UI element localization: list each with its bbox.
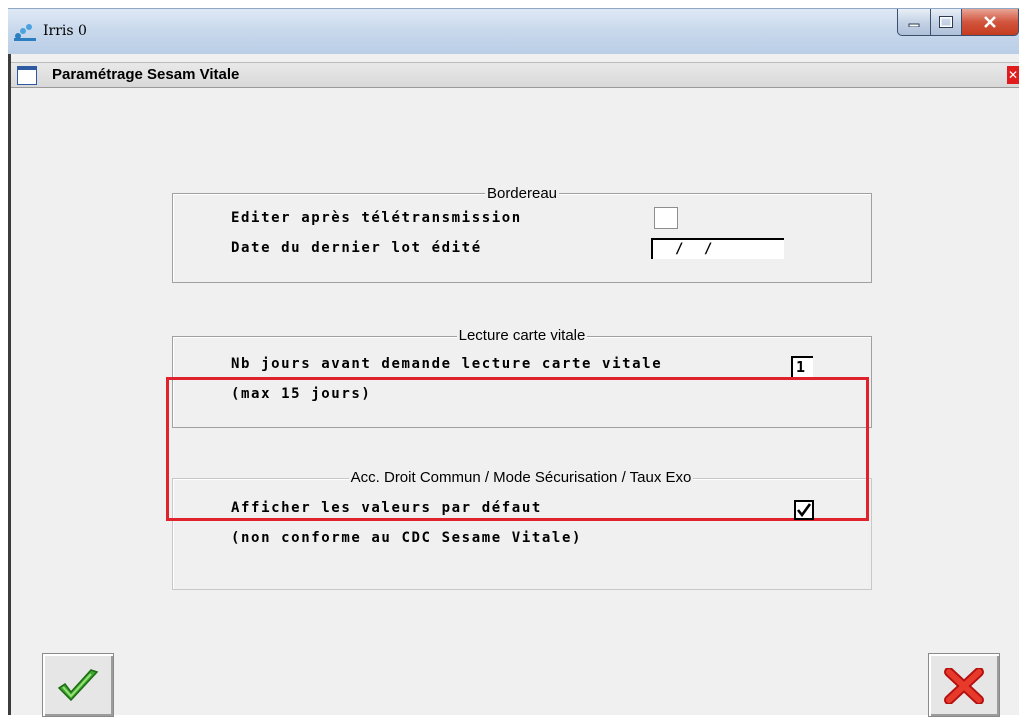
editer-label: Editer après télétransmission bbox=[231, 210, 522, 226]
window-icon bbox=[17, 66, 37, 85]
child-title-bar[interactable]: Paramétrage Sesam Vitale ✕ bbox=[11, 62, 1019, 88]
acc-title: Acc. Droit Commun / Mode Sécurisation / … bbox=[348, 469, 694, 486]
bordereau-title: Bordereau bbox=[484, 185, 560, 202]
child-window-title: Paramétrage Sesam Vitale bbox=[52, 66, 240, 83]
date-label: Date du dernier lot édité bbox=[231, 240, 482, 256]
window-title-bar[interactable]: Irris 0 bbox=[8, 8, 1019, 55]
checkmark-small-icon bbox=[796, 503, 812, 518]
afficher-label: Afficher les valeurs par défaut bbox=[231, 500, 542, 516]
child-close-button[interactable]: ✕ bbox=[1007, 66, 1019, 84]
editer-checkbox[interactable] bbox=[654, 207, 678, 229]
lecture-title: Lecture carte vitale bbox=[456, 327, 588, 344]
cancel-button[interactable] bbox=[928, 653, 1000, 717]
close-button[interactable] bbox=[962, 9, 1019, 36]
close-icon bbox=[984, 16, 996, 28]
non-conforme-note: (non conforme au CDC Sesame Vitale) bbox=[231, 530, 583, 546]
caption-buttons bbox=[897, 9, 1019, 39]
nb-jours-field[interactable]: 1 bbox=[791, 356, 813, 377]
app-icon bbox=[14, 24, 36, 41]
minimize-icon bbox=[908, 23, 920, 27]
date-dernier-lot-field[interactable]: / / bbox=[651, 238, 784, 259]
window-title: Irris 0 bbox=[43, 23, 87, 39]
maximize-icon bbox=[939, 16, 953, 28]
maximize-button[interactable] bbox=[931, 9, 962, 36]
checkmark-icon bbox=[57, 669, 99, 702]
ok-button[interactable] bbox=[42, 653, 114, 717]
minimize-button[interactable] bbox=[897, 9, 931, 36]
nb-jours-label: Nb jours avant demande lecture carte vit… bbox=[231, 356, 663, 372]
red-x-icon bbox=[944, 668, 984, 704]
afficher-checkbox[interactable] bbox=[794, 500, 814, 520]
